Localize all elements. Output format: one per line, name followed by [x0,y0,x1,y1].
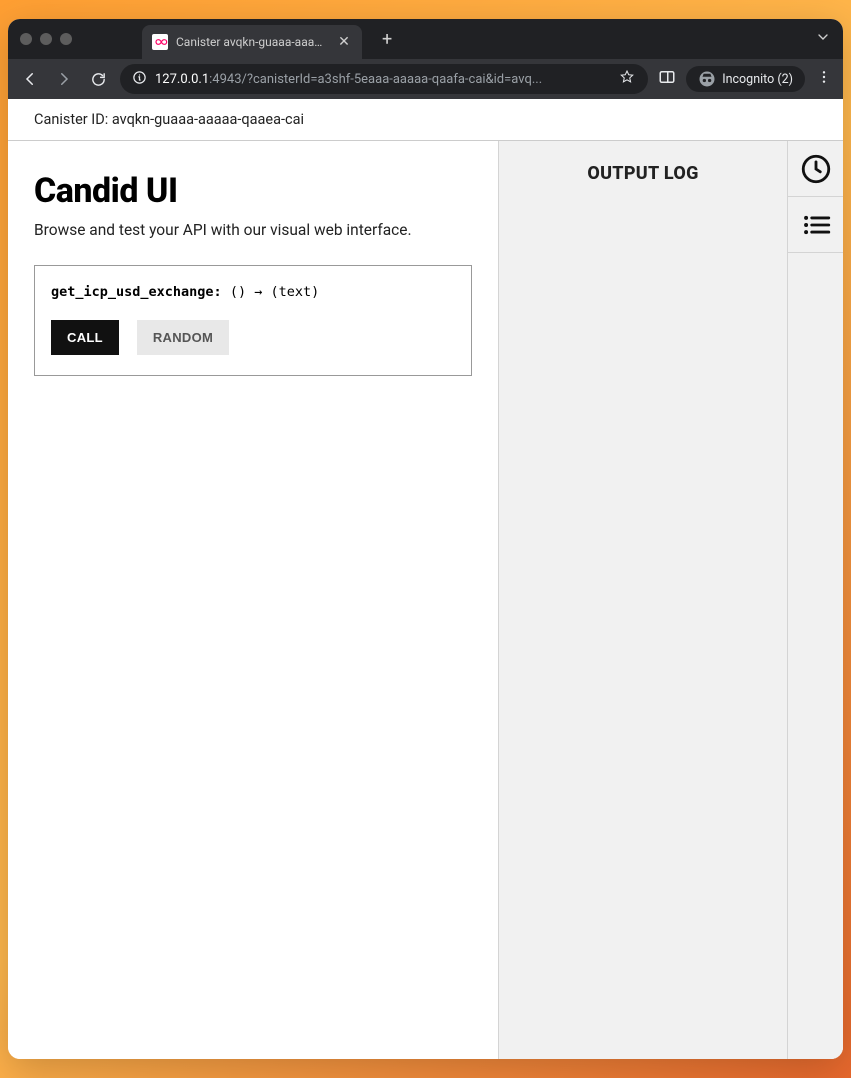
tab-strip: Canister avqkn-guaaa-aaaaa-q ✕ + [8,19,843,59]
incognito-badge[interactable]: Incognito (2) [686,66,805,92]
new-tab-button[interactable]: + [374,25,400,54]
canister-id-bar: Canister ID: avqkn-guaaa-aaaaa-qaaea-cai [8,99,843,141]
page-subtitle: Browse and test your API with our visual… [34,221,472,239]
tool-rail [787,141,843,1059]
site-info-icon[interactable] [132,70,147,89]
method-args: () → (text) [222,284,320,300]
method-name: get_icp_usd_exchange: [51,284,222,300]
method-signature: get_icp_usd_exchange: () → (text) [51,284,455,300]
forward-button[interactable] [52,67,76,91]
back-button[interactable] [18,67,42,91]
chevron-down-icon[interactable] [815,29,831,49]
random-button[interactable]: RANDOM [137,320,229,355]
list-icon [799,208,833,242]
tab-title: Canister avqkn-guaaa-aaaaa-q [176,35,328,49]
content-row: Candid UI Browse and test your API with … [8,141,843,1059]
incognito-label: Incognito (2) [722,72,793,87]
url-bar: 127.0.0.1:4943/?canisterId=a3shf-5eaaa-a… [8,59,843,99]
panel-icon[interactable] [658,68,676,90]
output-log-title: OUTPUT LOG [509,163,777,184]
output-log-panel: OUTPUT LOG [498,141,787,1059]
close-icon[interactable]: ✕ [336,34,352,50]
page-title: Candid UI [34,171,472,211]
browser-tab[interactable]: Canister avqkn-guaaa-aaaaa-q ✕ [142,25,362,59]
main-panel: Candid UI Browse and test your API with … [8,141,498,1059]
kebab-menu-icon[interactable] [815,69,833,89]
clock-icon [799,152,833,186]
history-button[interactable] [788,141,844,197]
star-icon[interactable] [618,69,636,89]
call-button[interactable]: CALL [51,320,119,355]
method-buttons: CALL RANDOM [51,320,455,355]
incognito-icon [698,70,716,88]
omnibox[interactable]: 127.0.0.1:4943/?canisterId=a3shf-5eaaa-a… [120,64,648,94]
page-content: Canister ID: avqkn-guaaa-aaaaa-qaaea-cai… [8,99,843,1059]
method-card: get_icp_usd_exchange: () → (text) CALL R… [34,265,472,376]
methods-list-button[interactable] [788,197,844,253]
canister-id-text: Canister ID: avqkn-guaaa-aaaaa-qaaea-cai [34,111,304,128]
window-traffic-lights[interactable] [20,33,72,45]
reload-button[interactable] [86,67,110,91]
browser-window: Canister avqkn-guaaa-aaaaa-q ✕ + 127.0.0… [8,19,843,1059]
url-text: 127.0.0.1:4943/?canisterId=a3shf-5eaaa-a… [155,72,610,87]
infinity-icon [152,34,168,50]
